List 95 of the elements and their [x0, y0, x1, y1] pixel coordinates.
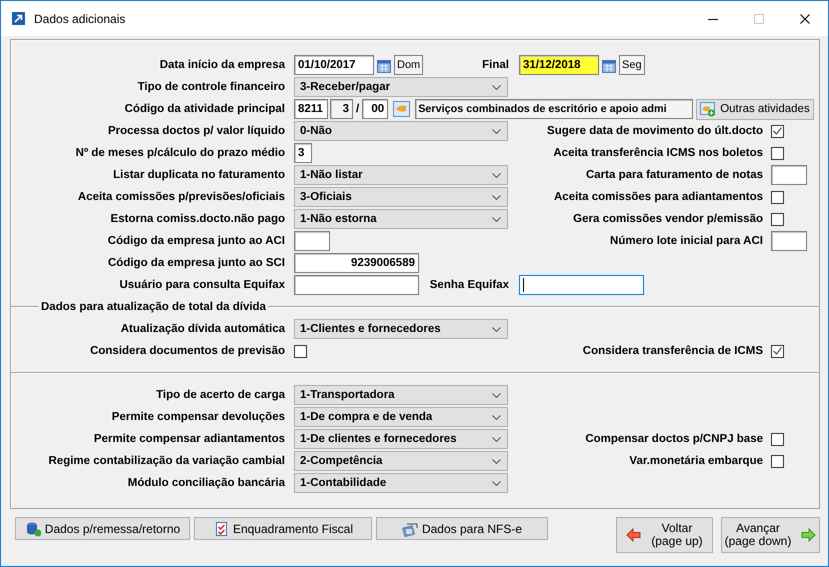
field-label: Código da empresa junto ao SCI — [107, 257, 285, 269]
other-activities-button[interactable]: Outras atividades — [696, 98, 814, 120]
add-icon — [700, 102, 716, 116]
checkbox[interactable] — [294, 344, 307, 358]
input-field[interactable]: 8211 — [294, 99, 328, 119]
checkbox[interactable] — [771, 344, 784, 358]
section-title: Dados para atualização de total da dívida — [40, 301, 267, 313]
chevron-down-icon — [492, 392, 501, 398]
action-button[interactable]: Dados para NFS-e — [376, 517, 548, 540]
arrow-right-icon — [801, 528, 816, 542]
window-title: Dados adicionais — [34, 12, 126, 26]
arrow-left-icon — [626, 528, 642, 542]
field-label: Listar duplicata no faturamento — [112, 169, 285, 181]
input-field[interactable]: 9239006589 — [294, 253, 419, 273]
chevron-down-icon — [492, 84, 501, 90]
checkbox[interactable] — [771, 146, 784, 160]
dropdown[interactable]: 1-De compra e de venda — [294, 407, 508, 427]
field-label: Código da empresa junto ao ACI — [106, 235, 285, 247]
chevron-down-icon — [492, 480, 501, 486]
checkbox[interactable] — [771, 124, 784, 138]
field-label: Processa doctos p/ valor líquido — [106, 125, 285, 137]
date-field[interactable]: 01/10/2017 — [294, 55, 374, 75]
field-label: Senha Equifax — [430, 279, 509, 291]
database-icon — [24, 520, 41, 536]
date-field[interactable]: 31/12/2018 — [519, 55, 599, 75]
dropdown[interactable]: 3-Oficiais — [294, 187, 508, 207]
calendar-icon[interactable] — [602, 58, 616, 72]
field-label: Tipo de acerto de carga — [155, 389, 285, 401]
field-label: Sugere data de movimento do últ.docto — [547, 125, 763, 137]
dropdown[interactable]: 0-Não — [294, 121, 508, 141]
input-field[interactable] — [771, 165, 807, 185]
input-field[interactable] — [519, 275, 644, 295]
checkbox[interactable] — [771, 454, 784, 468]
field-label: Usuário para consulta Equifax — [118, 279, 285, 291]
app-icon — [12, 12, 25, 25]
field-label: Aceita comissões p/previsões/oficiais — [76, 191, 285, 203]
field-label: Data início da empresa — [158, 59, 285, 71]
weekday-box: Dom — [394, 55, 424, 75]
field-label: Regime contabilização da variação cambial — [48, 455, 285, 467]
field-label: Nº de meses p/cálculo do prazo médio — [74, 147, 285, 159]
field-label: Gera comissões vendor p/emissão — [573, 213, 763, 225]
close-icon[interactable] — [800, 14, 810, 24]
field-label: Aceita comissões para adiantamentos — [554, 191, 763, 203]
dropdown[interactable]: 1-Transportadora — [294, 385, 508, 405]
chevron-down-icon — [492, 216, 501, 222]
calendar-icon[interactable] — [377, 58, 391, 72]
dropdown[interactable]: 1-Não estorna — [294, 209, 508, 229]
chevron-down-icon — [492, 458, 501, 464]
input-field[interactable]: 3 — [294, 143, 312, 163]
chevron-down-icon — [492, 194, 501, 200]
field-label: Permite compensar devoluções — [110, 411, 285, 423]
document-icon — [402, 520, 418, 536]
action-button[interactable]: Dados p/remessa/retorno — [15, 517, 190, 540]
hand-icon[interactable] — [393, 101, 410, 117]
chevron-down-icon — [492, 326, 501, 332]
field-label: Número lote inicial para ACI — [610, 235, 763, 247]
dropdown[interactable]: 1-Não listar — [294, 165, 508, 185]
checkbox[interactable] — [771, 432, 784, 446]
input-field[interactable] — [294, 231, 330, 251]
navigation-button[interactable]: Avançar (page down) — [721, 517, 820, 553]
dropdown[interactable]: 1-De clientes e fornecedores — [294, 429, 508, 449]
field-label: Estorna comiss.docto.não pago — [110, 213, 285, 225]
description-field[interactable]: Serviços combinados de escritório e apoio admi — [415, 99, 694, 119]
separator-text: / — [356, 103, 360, 115]
dropdown[interactable]: 2-Competência — [294, 451, 508, 471]
dropdown[interactable]: 3-Receber/pagar — [294, 77, 508, 97]
checkmark-icon — [773, 127, 782, 135]
input-field[interactable] — [771, 231, 807, 251]
field-label: Var.monetária embarque — [629, 455, 763, 467]
input-field[interactable]: 00 — [362, 99, 388, 119]
field-label: Considera documentos de previsão — [89, 345, 285, 357]
chevron-down-icon — [492, 128, 501, 134]
field-label: Código da atividade principal — [124, 103, 285, 115]
action-button[interactable]: Enquadramento Fiscal — [194, 517, 372, 540]
field-label: Aceita transferência ICMS nos boletos — [553, 147, 763, 159]
field-label: Tipo de controle financeiro — [136, 81, 285, 93]
chevron-down-icon — [492, 172, 501, 178]
dropdown[interactable]: 1-Clientes e fornecedores — [294, 319, 508, 339]
input-field[interactable] — [294, 275, 419, 295]
chevron-down-icon — [492, 414, 501, 420]
checkmark-icon — [773, 347, 782, 355]
field-label: Permite compensar adiantamentos — [92, 433, 285, 445]
dropdown[interactable]: 1-Contabilidade — [294, 473, 508, 493]
weekday-box: Seg — [619, 55, 645, 75]
field-label: Atualização dívida automática — [120, 323, 285, 335]
navigation-button[interactable]: Voltar (page up) — [616, 517, 713, 553]
chevron-down-icon — [492, 436, 501, 442]
input-field[interactable]: 3 — [330, 99, 353, 119]
field-label: Módulo conciliação bancária — [126, 477, 285, 489]
field-label: Carta para faturamento de notas — [586, 169, 763, 181]
field-label: Considera transferência de ICMS — [582, 345, 763, 357]
field-label: Compensar doctos p/CNPJ base — [585, 433, 763, 445]
field-label: Final — [482, 59, 509, 71]
checkbox[interactable] — [771, 190, 784, 204]
checkbox[interactable] — [771, 212, 784, 226]
